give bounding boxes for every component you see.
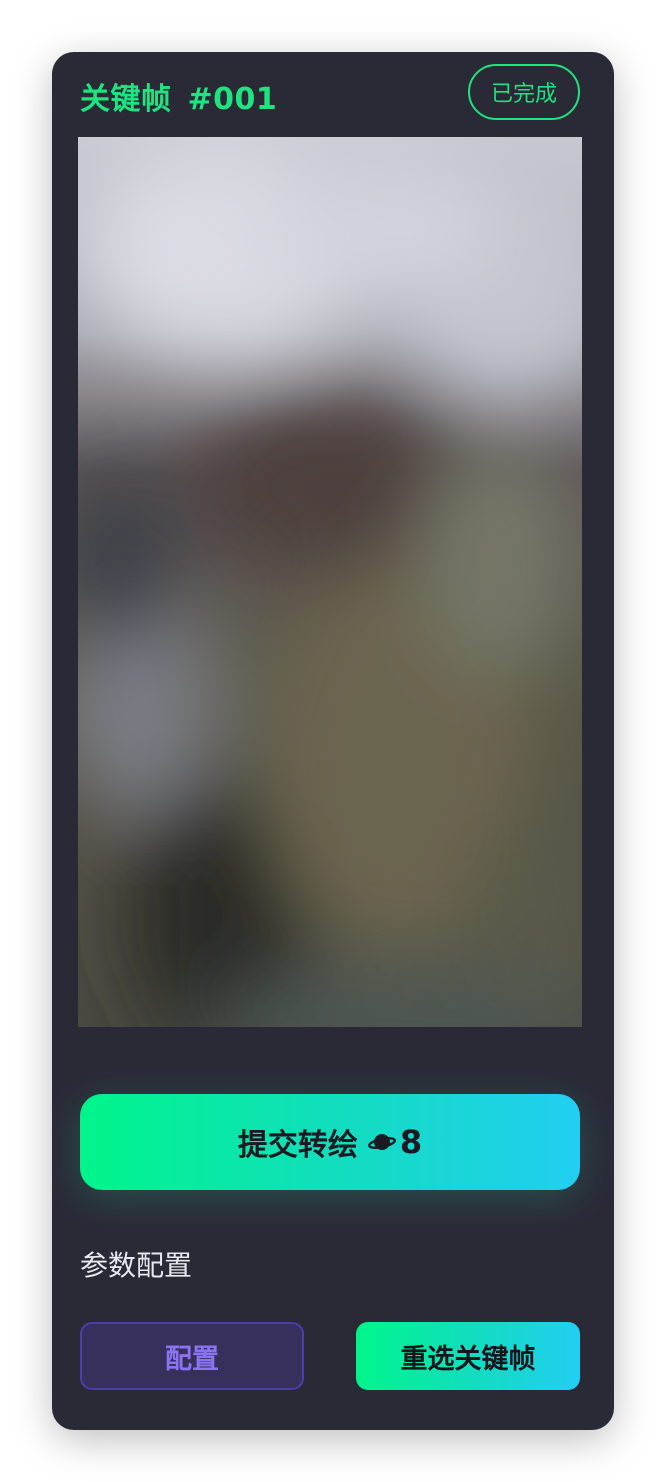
- keyframe-label: 关键帧: [80, 82, 172, 117]
- reselect-keyframe-button[interactable]: 重选关键帧: [356, 1322, 580, 1390]
- planet-coin-icon: [367, 1128, 396, 1156]
- keyframe-card: 关键帧 #001 已完成 提交转绘 8 参数配置 配置 重选关键帧: [52, 52, 614, 1430]
- preview-blurred-photo: [78, 137, 582, 1027]
- keyframe-number: #001: [187, 82, 278, 117]
- submit-render-button[interactable]: 提交转绘 8: [80, 1094, 580, 1190]
- submit-label: 提交转绘: [237, 1128, 358, 1163]
- keyframe-preview-image[interactable]: [78, 137, 582, 1027]
- keyframe-title: 关键帧 #001: [80, 74, 277, 118]
- config-button[interactable]: 配置: [80, 1322, 304, 1390]
- submit-cost: 8: [399, 1123, 423, 1161]
- params-section-label: 参数配置: [80, 1249, 193, 1282]
- status-badge: 已完成: [468, 64, 580, 120]
